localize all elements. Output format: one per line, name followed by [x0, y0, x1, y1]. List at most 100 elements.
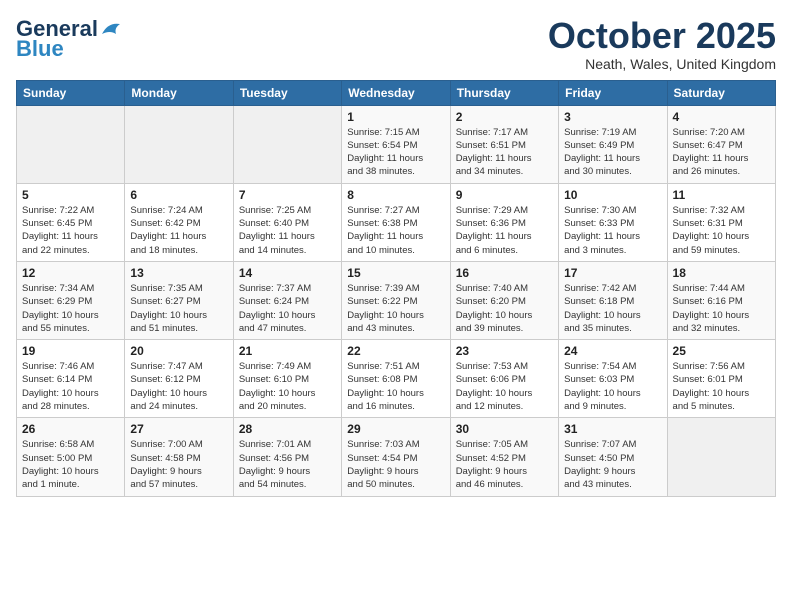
calendar-cell: 9Sunrise: 7:29 AM Sunset: 6:36 PM Daylig… [450, 183, 558, 261]
day-info: Sunrise: 7:56 AM Sunset: 6:01 PM Dayligh… [673, 360, 770, 413]
weekday-header: Saturday [667, 80, 775, 105]
weekday-header-row: SundayMondayTuesdayWednesdayThursdayFrid… [17, 80, 776, 105]
day-info: Sunrise: 7:30 AM Sunset: 6:33 PM Dayligh… [564, 204, 661, 257]
logo-bird-icon [100, 20, 122, 38]
calendar-cell [233, 105, 341, 183]
calendar-cell: 27Sunrise: 7:00 AM Sunset: 4:58 PM Dayli… [125, 418, 233, 496]
day-number: 14 [239, 266, 336, 280]
day-number: 8 [347, 188, 444, 202]
day-number: 13 [130, 266, 227, 280]
day-info: Sunrise: 7:42 AM Sunset: 6:18 PM Dayligh… [564, 282, 661, 335]
calendar-week-row: 5 Sunrise: 7:22 AM Sunset: 6:45 PM Daylig… [17, 183, 776, 261]
logo: General Blue [16, 16, 122, 62]
day-number: 31 [564, 422, 661, 436]
calendar-week-row: 12 Sunrise: 7:34 AM Sunset: 6:29 PM Dayli… [17, 261, 776, 339]
day-info: Sunrise: 7:25 AM Sunset: 6:40 PM Dayligh… [239, 204, 336, 257]
calendar-cell: 17 Sunrise: 7:42 AM Sunset: 6:18 PM Dayli… [559, 261, 667, 339]
day-info: Sunrise: 7:07 AM Sunset: 4:50 PM Dayligh… [564, 438, 661, 491]
day-number: 2 [456, 110, 553, 124]
calendar-cell: 13 Sunrise: 7:35 AM Sunset: 6:27 PM Dayli… [125, 261, 233, 339]
title-block: October 2025 Neath, Wales, United Kingdo… [548, 16, 776, 72]
calendar-cell: 1 Sunrise: 7:15 AM Sunset: 6:54 PM Daylig… [342, 105, 450, 183]
day-number: 21 [239, 344, 336, 358]
calendar-week-row: 19Sunrise: 7:46 AM Sunset: 6:14 PM Dayli… [17, 340, 776, 418]
day-info: Sunrise: 7:54 AM Sunset: 6:03 PM Dayligh… [564, 360, 661, 413]
day-info: Sunrise: 7:01 AM Sunset: 4:56 PM Dayligh… [239, 438, 336, 491]
calendar-cell [125, 105, 233, 183]
calendar-cell: 29 Sunrise: 7:03 AM Sunset: 4:54 PM Dayli… [342, 418, 450, 496]
weekday-header: Wednesday [342, 80, 450, 105]
calendar-cell: 5 Sunrise: 7:22 AM Sunset: 6:45 PM Daylig… [17, 183, 125, 261]
day-info: Sunrise: 7:53 AM Sunset: 6:06 PM Dayligh… [456, 360, 553, 413]
calendar-table: SundayMondayTuesdayWednesdayThursdayFrid… [16, 80, 776, 497]
day-info: Sunrise: 7:35 AM Sunset: 6:27 PM Dayligh… [130, 282, 227, 335]
calendar-week-row: 1 Sunrise: 7:15 AM Sunset: 6:54 PM Daylig… [17, 105, 776, 183]
page-header: General Blue October 2025 Neath, Wales, … [16, 16, 776, 72]
calendar-cell: 14 Sunrise: 7:37 AM Sunset: 6:24 PM Dayli… [233, 261, 341, 339]
day-number: 28 [239, 422, 336, 436]
day-number: 15 [347, 266, 444, 280]
day-number: 4 [673, 110, 770, 124]
day-number: 22 [347, 344, 444, 358]
location: Neath, Wales, United Kingdom [548, 56, 776, 72]
day-number: 30 [456, 422, 553, 436]
day-info: Sunrise: 7:37 AM Sunset: 6:24 PM Dayligh… [239, 282, 336, 335]
calendar-cell: 6Sunrise: 7:24 AM Sunset: 6:42 PM Daylig… [125, 183, 233, 261]
calendar-cell [667, 418, 775, 496]
weekday-header: Sunday [17, 80, 125, 105]
day-number: 27 [130, 422, 227, 436]
calendar-cell: 15 Sunrise: 7:39 AM Sunset: 6:22 PM Dayli… [342, 261, 450, 339]
day-number: 10 [564, 188, 661, 202]
day-info: Sunrise: 6:58 AM Sunset: 5:00 PM Dayligh… [22, 438, 119, 491]
day-info: Sunrise: 7:49 AM Sunset: 6:10 PM Dayligh… [239, 360, 336, 413]
day-number: 18 [673, 266, 770, 280]
logo-blue: Blue [16, 36, 64, 62]
weekday-header: Monday [125, 80, 233, 105]
day-number: 24 [564, 344, 661, 358]
day-info: Sunrise: 7:15 AM Sunset: 6:54 PM Dayligh… [347, 126, 444, 179]
day-info: Sunrise: 7:27 AM Sunset: 6:38 PM Dayligh… [347, 204, 444, 257]
day-number: 9 [456, 188, 553, 202]
calendar-cell [17, 105, 125, 183]
calendar-cell: 20Sunrise: 7:47 AM Sunset: 6:12 PM Dayli… [125, 340, 233, 418]
day-number: 6 [130, 188, 227, 202]
day-number: 12 [22, 266, 119, 280]
weekday-header: Thursday [450, 80, 558, 105]
calendar-cell: 25 Sunrise: 7:56 AM Sunset: 6:01 PM Dayli… [667, 340, 775, 418]
day-number: 5 [22, 188, 119, 202]
calendar-cell: 24 Sunrise: 7:54 AM Sunset: 6:03 PM Dayli… [559, 340, 667, 418]
day-info: Sunrise: 7:51 AM Sunset: 6:08 PM Dayligh… [347, 360, 444, 413]
calendar-cell: 19Sunrise: 7:46 AM Sunset: 6:14 PM Dayli… [17, 340, 125, 418]
weekday-header: Friday [559, 80, 667, 105]
day-number: 25 [673, 344, 770, 358]
calendar-cell: 4Sunrise: 7:20 AM Sunset: 6:47 PM Daylig… [667, 105, 775, 183]
day-info: Sunrise: 7:34 AM Sunset: 6:29 PM Dayligh… [22, 282, 119, 335]
day-info: Sunrise: 7:47 AM Sunset: 6:12 PM Dayligh… [130, 360, 227, 413]
day-info: Sunrise: 7:39 AM Sunset: 6:22 PM Dayligh… [347, 282, 444, 335]
day-info: Sunrise: 7:17 AM Sunset: 6:51 PM Dayligh… [456, 126, 553, 179]
day-number: 7 [239, 188, 336, 202]
day-number: 1 [347, 110, 444, 124]
calendar-cell: 16 Sunrise: 7:40 AM Sunset: 6:20 PM Dayli… [450, 261, 558, 339]
day-info: Sunrise: 7:32 AM Sunset: 6:31 PM Dayligh… [673, 204, 770, 257]
weekday-header: Tuesday [233, 80, 341, 105]
day-number: 17 [564, 266, 661, 280]
day-info: Sunrise: 7:40 AM Sunset: 6:20 PM Dayligh… [456, 282, 553, 335]
calendar-cell: 26 Sunrise: 6:58 AM Sunset: 5:00 PM Dayli… [17, 418, 125, 496]
day-number: 3 [564, 110, 661, 124]
day-number: 16 [456, 266, 553, 280]
day-info: Sunrise: 7:05 AM Sunset: 4:52 PM Dayligh… [456, 438, 553, 491]
calendar-cell: 23Sunrise: 7:53 AM Sunset: 6:06 PM Dayli… [450, 340, 558, 418]
calendar-cell: 18Sunrise: 7:44 AM Sunset: 6:16 PM Dayli… [667, 261, 775, 339]
calendar-cell: 28 Sunrise: 7:01 AM Sunset: 4:56 PM Dayli… [233, 418, 341, 496]
day-info: Sunrise: 7:22 AM Sunset: 6:45 PM Dayligh… [22, 204, 119, 257]
day-info: Sunrise: 7:46 AM Sunset: 6:14 PM Dayligh… [22, 360, 119, 413]
day-number: 29 [347, 422, 444, 436]
calendar-cell: 30 Sunrise: 7:05 AM Sunset: 4:52 PM Dayli… [450, 418, 558, 496]
day-info: Sunrise: 7:03 AM Sunset: 4:54 PM Dayligh… [347, 438, 444, 491]
calendar-week-row: 26 Sunrise: 6:58 AM Sunset: 5:00 PM Dayli… [17, 418, 776, 496]
day-number: 26 [22, 422, 119, 436]
calendar-cell: 2 Sunrise: 7:17 AM Sunset: 6:51 PM Daylig… [450, 105, 558, 183]
calendar-cell: 12 Sunrise: 7:34 AM Sunset: 6:29 PM Dayli… [17, 261, 125, 339]
calendar-cell: 3Sunrise: 7:19 AM Sunset: 6:49 PM Daylig… [559, 105, 667, 183]
